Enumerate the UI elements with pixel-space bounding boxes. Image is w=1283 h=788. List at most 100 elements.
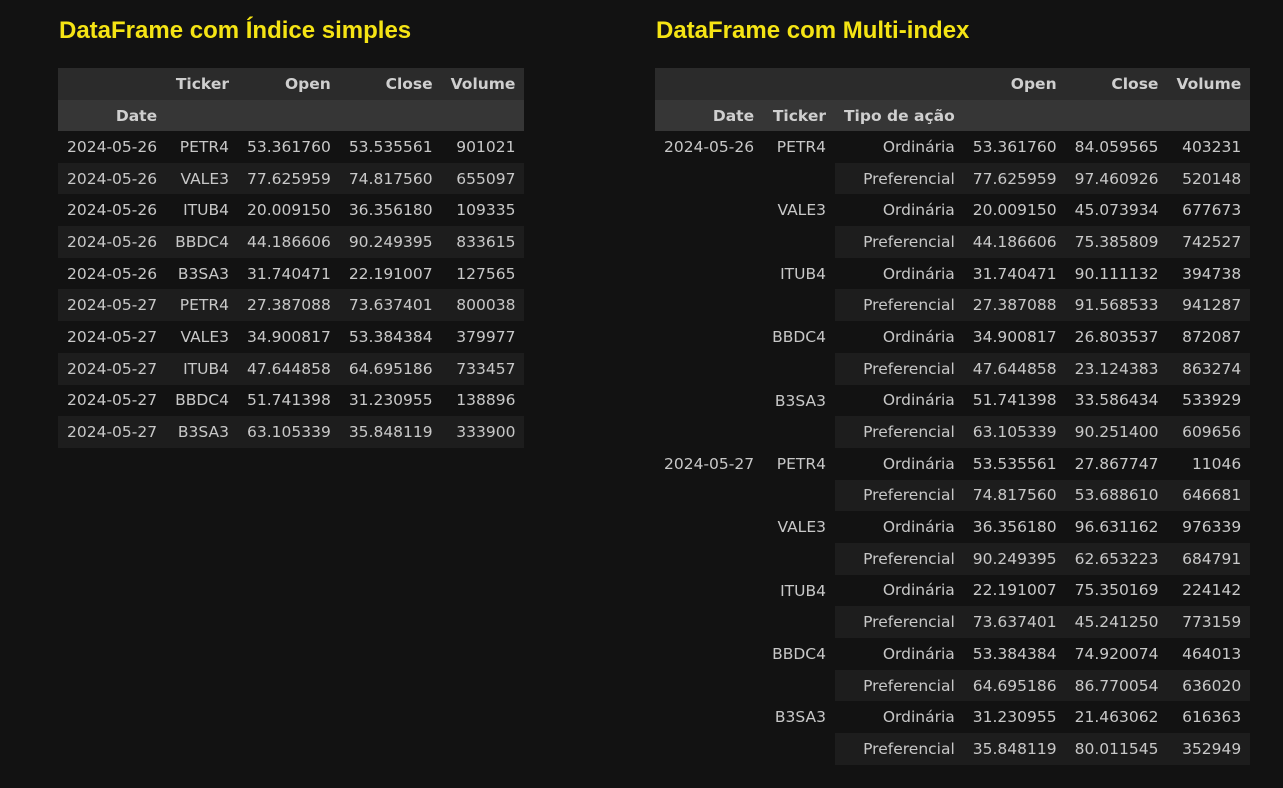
cell-close: 31.230955	[339, 384, 442, 417]
cell-ticker: ITUB4	[166, 194, 238, 227]
table-row: 2024-05-27 VALE3 34.900817 53.384384 379977	[58, 321, 525, 353]
cell-volume: 403231	[1167, 131, 1251, 163]
cell-close: 74.920074	[1065, 638, 1168, 670]
cell-volume: 138896	[441, 384, 525, 417]
cell-volume: 109335	[441, 194, 525, 227]
row-index-tipo: Ordinária	[834, 638, 964, 670]
column-header-volume: Volume	[1167, 68, 1251, 100]
row-index-tipo: Ordinária	[834, 321, 964, 353]
cell-close: 21.463062	[1065, 701, 1168, 734]
row-index-tipo: Ordinária	[834, 447, 964, 480]
cell-open: 74.817560	[963, 479, 1066, 512]
table-row: 2024-05-27 ITUB4 47.644858 64.695186 733457	[58, 352, 525, 385]
cell-open: 20.009150	[237, 194, 340, 227]
row-index-date: 2024-05-27	[58, 321, 167, 353]
cell-open: 53.384384	[963, 638, 1066, 670]
row-index-tipo: Preferencial	[834, 606, 964, 638]
column-header-close: Close	[339, 68, 442, 100]
cell-volume: 224142	[1167, 574, 1251, 607]
table-row: 2024-05-27 PETR4 Ordinária 53.535561 27.8677…	[655, 447, 1251, 765]
table-row: 2024-05-26 PETR4 Ordinária 53.361760 84.0595…	[655, 131, 1251, 448]
table-row: 2024-05-26 BBDC4 44.186606 90.249395 833615	[58, 226, 525, 258]
simple-table-title: DataFrame com Índice simples	[59, 17, 412, 44]
cell-close: 90.249395	[339, 226, 442, 258]
cell-open: 63.105339	[237, 416, 340, 448]
cell-close: 75.350169	[1065, 574, 1168, 607]
cell-ticker: ITUB4	[166, 352, 238, 385]
blank-header-cell	[1167, 100, 1251, 131]
cell-close: 96.631162	[1065, 511, 1168, 543]
cell-close: 80.011545	[1065, 733, 1168, 765]
cell-close: 35.848119	[339, 416, 442, 448]
blank-header-cell	[166, 100, 238, 131]
row-index-date: 2024-05-26	[58, 194, 167, 227]
row-index-ticker: VALE3	[763, 194, 835, 258]
row-index-ticker: B3SA3	[763, 384, 835, 448]
cell-open: 53.361760	[963, 131, 1066, 163]
cell-ticker: B3SA3	[166, 257, 238, 290]
column-header-open: Open	[237, 68, 340, 100]
row-index-tipo: Ordinária	[834, 384, 964, 417]
blank-header-cell	[237, 100, 340, 131]
cell-volume: 773159	[1167, 606, 1251, 638]
cell-ticker: VALE3	[166, 321, 238, 353]
cell-open: 53.361760	[237, 131, 340, 163]
cell-open: 44.186606	[963, 226, 1066, 258]
row-index-date: 2024-05-27	[58, 384, 167, 417]
row-index-ticker: PETR4	[763, 131, 835, 195]
cell-ticker: PETR4	[166, 131, 238, 163]
cell-open: 47.644858	[237, 352, 340, 385]
multi-index-table: Open Close Volume Date Ticker Tipo de aç…	[655, 68, 1251, 765]
cell-close: 90.111132	[1065, 257, 1168, 290]
table-row: 2024-05-27 B3SA3 63.105339 35.848119 333900	[58, 416, 525, 448]
blank-header-cell	[441, 100, 525, 131]
row-index-ticker: ITUB4	[763, 257, 835, 322]
row-index-tipo: Preferencial	[834, 352, 964, 385]
cell-open: 31.740471	[963, 257, 1066, 290]
cell-volume: 742527	[1167, 226, 1251, 258]
row-index-ticker: PETR4	[763, 447, 835, 512]
index-name-date: Date	[655, 100, 764, 131]
cell-open: 90.249395	[963, 542, 1066, 575]
row-index-date: 2024-05-26	[58, 257, 167, 290]
cell-volume: 333900	[441, 416, 525, 448]
cell-volume: 616363	[1167, 701, 1251, 734]
row-index-tipo: Preferencial	[834, 733, 964, 765]
row-index-tipo: Preferencial	[834, 479, 964, 512]
cell-open: 35.848119	[963, 733, 1066, 765]
table-row: 2024-05-26 PETR4 53.361760 53.535561 901021	[58, 131, 525, 163]
corner-cell	[655, 68, 764, 100]
cell-close: 86.770054	[1065, 669, 1168, 702]
cell-volume: 677673	[1167, 194, 1251, 227]
cell-volume: 800038	[441, 289, 525, 322]
cell-volume: 127565	[441, 257, 525, 290]
cell-open: 31.740471	[237, 257, 340, 290]
cell-close: 45.073934	[1065, 194, 1168, 227]
cell-close: 23.124383	[1065, 352, 1168, 385]
row-index-tipo: Ordinária	[834, 701, 964, 734]
row-index-tipo: Ordinária	[834, 511, 964, 543]
row-index-date: 2024-05-26	[655, 131, 764, 448]
cell-volume: 394738	[1167, 257, 1251, 290]
cell-volume: 609656	[1167, 416, 1251, 448]
cell-volume: 655097	[441, 162, 525, 195]
cell-close: 64.695186	[339, 352, 442, 385]
row-index-date: 2024-05-27	[58, 289, 167, 322]
row-index-tipo: Ordinária	[834, 257, 964, 290]
cell-ticker: BBDC4	[166, 226, 238, 258]
cell-open: 64.695186	[963, 669, 1066, 702]
cell-close: 73.637401	[339, 289, 442, 322]
column-header-row: Open Close Volume	[655, 68, 1251, 100]
cell-open: 27.387088	[963, 289, 1066, 322]
cell-open: 47.644858	[963, 352, 1066, 385]
row-index-tipo: Preferencial	[834, 226, 964, 258]
table-row: 2024-05-27 BBDC4 51.741398 31.230955 138896	[58, 384, 525, 417]
cell-volume: 684791	[1167, 542, 1251, 575]
cell-open: 36.356180	[963, 511, 1066, 543]
column-header-ticker: Ticker	[166, 68, 238, 100]
column-header-open: Open	[963, 68, 1066, 100]
blank-header-cell	[339, 100, 442, 131]
cell-open: 27.387088	[237, 289, 340, 322]
cell-open: 31.230955	[963, 701, 1066, 734]
cell-ticker: VALE3	[166, 162, 238, 195]
